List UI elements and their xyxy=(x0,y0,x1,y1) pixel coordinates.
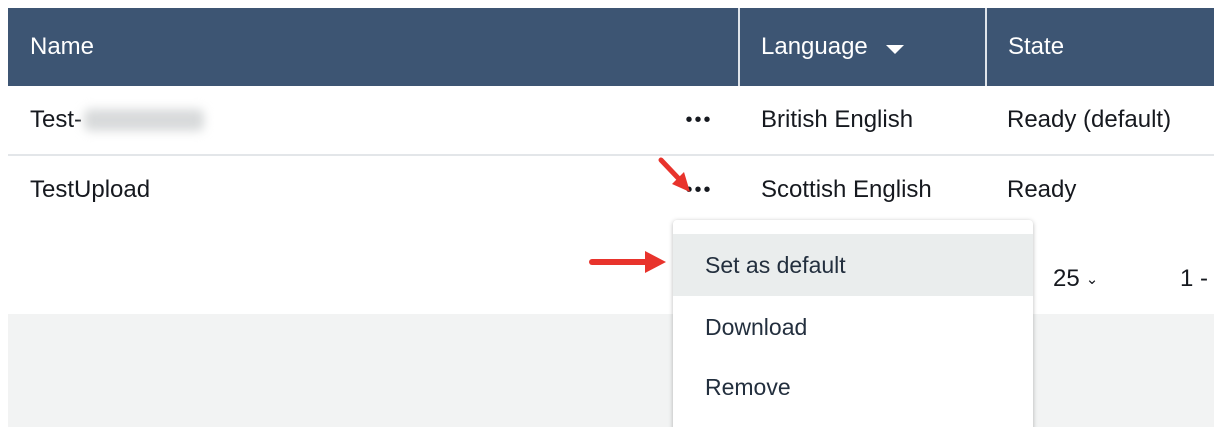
red-arrow-icon xyxy=(658,157,690,192)
annotation-arrows xyxy=(589,157,690,273)
red-arrow-icon xyxy=(589,251,666,273)
